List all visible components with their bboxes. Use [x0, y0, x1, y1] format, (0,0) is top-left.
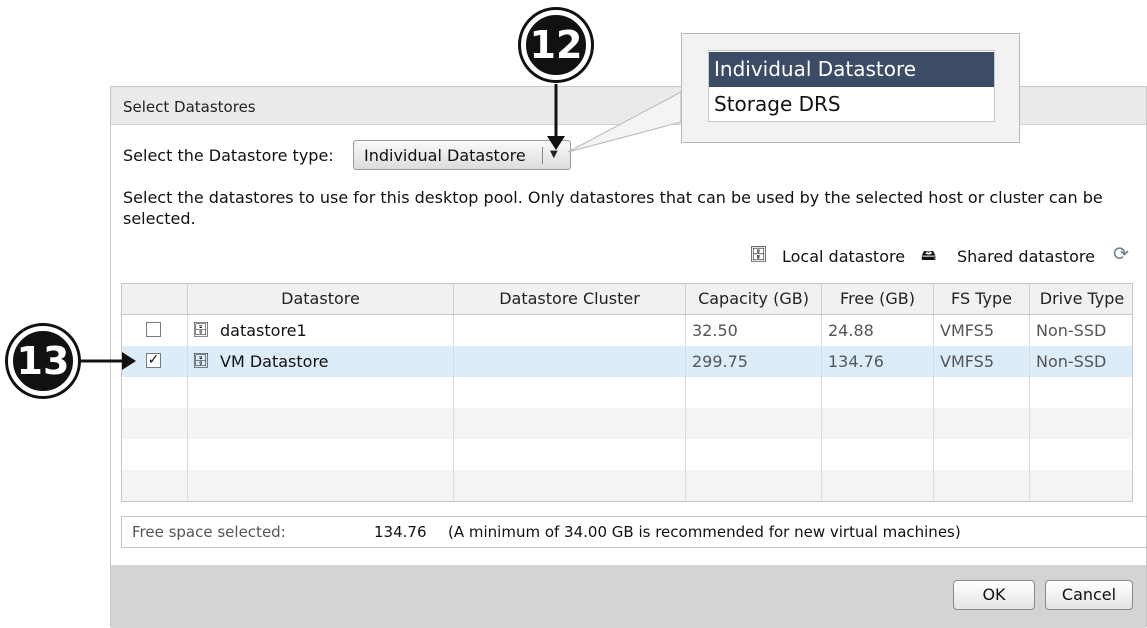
option-individual-datastore[interactable]: Individual Datastore: [709, 52, 994, 87]
option-storage-drs[interactable]: Storage DRS: [709, 87, 994, 122]
callout-badge: 12: [521, 10, 591, 80]
dropdown-options-list: Individual Datastore Storage DRS: [708, 50, 995, 122]
datastore-type-dropdown: Individual Datastore Storage DRS: [681, 33, 1020, 143]
callout-badge: 13: [8, 326, 78, 396]
